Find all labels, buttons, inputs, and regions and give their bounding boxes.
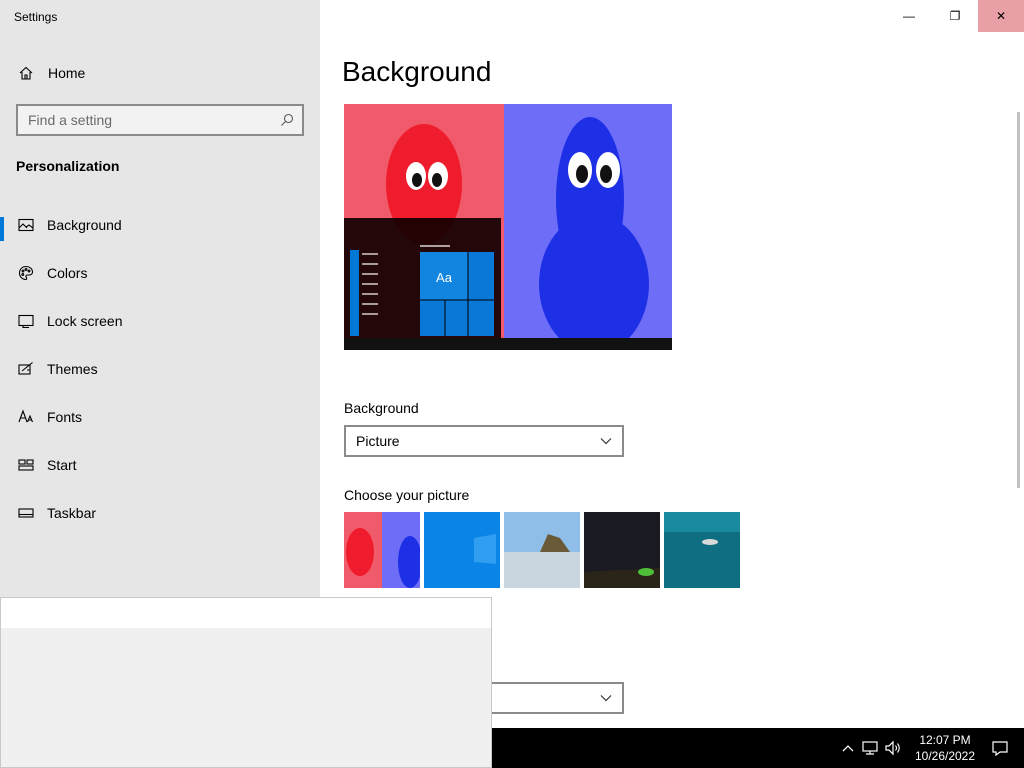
minimize-icon: — <box>903 9 915 23</box>
settings-window: Settings Home Find a setting Personaliza… <box>0 0 1024 768</box>
sidebar-item-label: Themes <box>47 361 98 377</box>
home-icon <box>0 65 48 81</box>
thumbnail-picture[interactable] <box>344 512 420 588</box>
search-input[interactable]: Find a setting <box>16 104 304 136</box>
picture-icon <box>0 217 47 233</box>
thumbnail-picture[interactable] <box>424 512 500 588</box>
background-dropdown-value: Picture <box>356 433 400 449</box>
sidebar-item-label: Lock screen <box>47 313 123 329</box>
sidebar-item-taskbar[interactable]: Taskbar <box>0 493 320 533</box>
page-title: Background <box>342 56 492 87</box>
desktop-preview: Aa <box>344 104 672 350</box>
fonts-icon <box>0 409 47 425</box>
popup-panel <box>0 597 492 768</box>
search-icon <box>281 113 294 126</box>
choose-picture-label: Choose your picture <box>344 487 470 503</box>
network-icon[interactable] <box>860 738 880 758</box>
close-button[interactable]: ✕ <box>978 0 1024 32</box>
sidebar-item-home[interactable]: Home <box>0 53 320 93</box>
clock-time: 12:07 PM <box>919 733 971 747</box>
thumbnail-picture[interactable] <box>584 512 660 588</box>
thumbnail-picture[interactable] <box>504 512 580 588</box>
taskbar: 12:07 PM 10/26/2022 <box>492 728 1024 768</box>
sidebar-item-fonts[interactable]: Fonts <box>0 397 320 437</box>
minimize-button[interactable]: — <box>886 0 932 32</box>
search-placeholder: Find a setting <box>28 112 113 128</box>
notifications-icon[interactable] <box>990 738 1010 758</box>
sidebar-item-lock-screen[interactable]: Lock screen <box>0 301 320 341</box>
sidebar-item-label: Start <box>47 457 77 473</box>
chevron-down-icon <box>600 695 612 702</box>
themes-icon <box>0 361 47 377</box>
maximize-button[interactable]: ❐ <box>932 0 978 32</box>
palette-icon <box>0 265 47 281</box>
preview-tile-label: Aa <box>436 270 453 285</box>
sidebar-item-themes[interactable]: Themes <box>0 349 320 389</box>
scrollbar[interactable] <box>1017 112 1020 488</box>
window-title: Settings <box>14 10 58 24</box>
sidebar-item-label: Fonts <box>47 409 83 425</box>
lock-screen-icon <box>0 313 47 329</box>
chevron-up-icon[interactable] <box>838 738 858 758</box>
restore-icon: ❐ <box>949 9 961 23</box>
sidebar-item-label: Taskbar <box>47 505 97 521</box>
taskbar-icon <box>0 505 47 521</box>
sidebar-item-start[interactable]: Start <box>0 445 320 485</box>
clock-date: 10/26/2022 <box>914 749 976 763</box>
popup-header <box>1 598 491 628</box>
background-label: Background <box>344 400 419 416</box>
thumbnail-picture[interactable] <box>664 512 740 588</box>
chevron-down-icon <box>600 438 612 445</box>
close-icon: ✕ <box>995 9 1007 23</box>
section-title: Personalization <box>16 158 120 174</box>
sidebar-item-label: Background <box>47 217 122 233</box>
sidebar-item-label: Home <box>48 65 86 81</box>
sidebar-item-colors[interactable]: Colors <box>0 253 320 293</box>
start-icon <box>0 457 47 473</box>
clock[interactable]: 12:07 PM 10/26/2022 <box>900 732 990 764</box>
preview-image: Aa <box>344 104 672 350</box>
sidebar-item-background[interactable]: Background <box>0 205 320 245</box>
sidebar-item-label: Colors <box>47 265 88 281</box>
picture-thumbnails <box>344 512 740 588</box>
background-dropdown[interactable]: Picture <box>344 425 624 457</box>
